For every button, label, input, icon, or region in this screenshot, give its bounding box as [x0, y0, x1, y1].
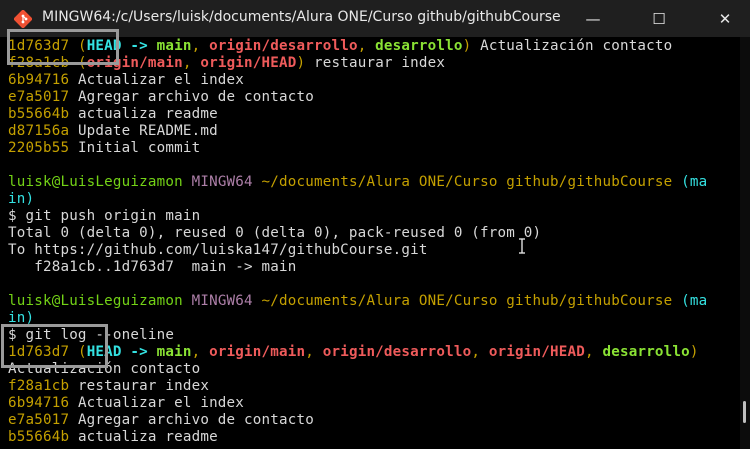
prompt-user: luisk@LuisLeguizamon — [8, 293, 183, 309]
commit-hash: 6b94716 — [8, 395, 70, 411]
log-line: 1d763d7 (HEAD -> main, origin/main, orig… — [8, 344, 699, 361]
refs-close: ) — [296, 55, 306, 71]
shell-prompt-wrap: in) — [8, 191, 34, 208]
commit-hash: b55664b — [8, 106, 70, 122]
prompt-env: MINGW64 — [191, 174, 253, 190]
prompt-branch: (ma — [672, 174, 708, 190]
output-line: Total 0 (delta 0), reused 0 (delta 0), p… — [8, 225, 541, 242]
command-line: $ git push origin main — [8, 208, 200, 225]
log-line: b55664b actualiza readme — [8, 106, 218, 123]
maximize-button[interactable]: ☐ — [636, 0, 682, 37]
remote-ref: origin/main — [209, 344, 306, 360]
log-line: 2205b55 Initial commit — [8, 140, 200, 157]
prompt-env: MINGW64 — [191, 293, 253, 309]
scrollbar-thumb[interactable] — [743, 401, 746, 423]
ref-separator: , — [191, 344, 210, 360]
terminal-output[interactable]: 1d763d7 (HEAD -> main, origin/desarrollo… — [0, 37, 740, 449]
minimize-button[interactable]: — — [570, 0, 616, 37]
commit-message: Actualizar el index — [69, 72, 245, 88]
commit-message: Update README.md — [69, 123, 218, 139]
commit-message: actualiza readme — [69, 106, 218, 122]
commit-message: actualiza readme — [69, 429, 218, 445]
remote-ref: origin/HEAD — [488, 344, 585, 360]
minimize-icon: — — [585, 9, 601, 28]
ref-separator: , — [357, 38, 376, 54]
output-text: f28a1cb..1d763d7 main -> main — [8, 259, 297, 275]
ref-separator: , — [305, 344, 323, 360]
terminal-window: MINGW64:/c/Users/luisk/documents/Alura O… — [0, 0, 750, 449]
highlight-box — [7, 29, 119, 65]
commit-message: Agregar archivo de contacto — [69, 89, 314, 105]
close-icon: ✕ — [718, 9, 732, 28]
refs-close: ) — [689, 344, 699, 360]
commit-hash: e7a5017 — [8, 412, 70, 428]
log-line: e7a5017 Agregar archivo de contacto — [8, 412, 314, 429]
highlight-box — [1, 324, 108, 368]
log-line: e7a5017 Agregar archivo de contacto — [8, 89, 314, 106]
log-line: f28a1cb restaurar index — [8, 378, 209, 395]
remote-ref: origin/desarrollo — [322, 344, 472, 360]
commit-message: restaurar index — [69, 378, 210, 394]
branch-ref: desarrollo — [375, 38, 463, 54]
remote-ref: origin/HEAD — [200, 55, 297, 71]
commit-message: Actualizar el index — [69, 395, 245, 411]
commit-message: Actualización contacto — [471, 38, 673, 54]
output-line: To https://github.com/luiska147/githubCo… — [8, 242, 428, 259]
prompt-branch: (ma — [672, 293, 708, 309]
log-line: d87156a Update README.md — [8, 123, 218, 140]
ref-separator: , — [471, 344, 489, 360]
ref-separator: , — [191, 38, 210, 54]
commit-hash: b55664b — [8, 429, 70, 445]
commit-hash: e7a5017 — [8, 89, 70, 105]
branch-ref: desarrollo — [602, 344, 690, 360]
commit-hash: 6b94716 — [8, 72, 70, 88]
branch-ref: main — [156, 38, 192, 54]
maximize-icon: ☐ — [652, 9, 666, 28]
scrollbar[interactable] — [740, 37, 750, 449]
output-text: Total 0 (delta 0), reused 0 (delta 0), p… — [8, 225, 542, 241]
shell-prompt: luisk@LuisLeguizamon MINGW64 ~/documents… — [8, 174, 707, 191]
log-line: b55664b actualiza readme — [8, 429, 218, 446]
close-button[interactable]: ✕ — [702, 0, 748, 37]
command-text: $ git push origin main — [8, 208, 201, 224]
git-bash-icon — [14, 10, 32, 28]
output-line: f28a1cb..1d763d7 main -> main — [8, 259, 296, 276]
remote-ref: origin/desarrollo — [209, 38, 358, 54]
text-cursor-icon — [519, 238, 525, 254]
commit-message: Initial commit — [69, 140, 201, 156]
commit-hash: 2205b55 — [8, 140, 70, 156]
ref-separator: , — [182, 55, 201, 71]
window-title: MINGW64:/c/Users/luisk/documents/Alura O… — [42, 9, 561, 25]
prompt-path: ~/documents/Alura ONE/Curso github/githu… — [261, 174, 673, 190]
commit-hash: d87156a — [8, 123, 70, 139]
prompt-user: luisk@LuisLeguizamon — [8, 174, 183, 190]
commit-message: restaurar index — [305, 55, 446, 71]
log-line: 6b94716 Actualizar el index — [8, 395, 244, 412]
log-line: 6b94716 Actualizar el index — [8, 72, 244, 89]
commit-message: Agregar archivo de contacto — [69, 412, 314, 428]
branch-ref: main — [156, 344, 192, 360]
commit-hash: f28a1cb — [8, 378, 70, 394]
prompt-branch: in) — [8, 191, 35, 207]
prompt-path: ~/documents/Alura ONE/Curso github/githu… — [261, 293, 673, 309]
output-text: To https://github.com/luiska147/githubCo… — [8, 242, 428, 258]
ref-separator: , — [585, 344, 603, 360]
shell-prompt: luisk@LuisLeguizamon MINGW64 ~/documents… — [8, 293, 707, 310]
